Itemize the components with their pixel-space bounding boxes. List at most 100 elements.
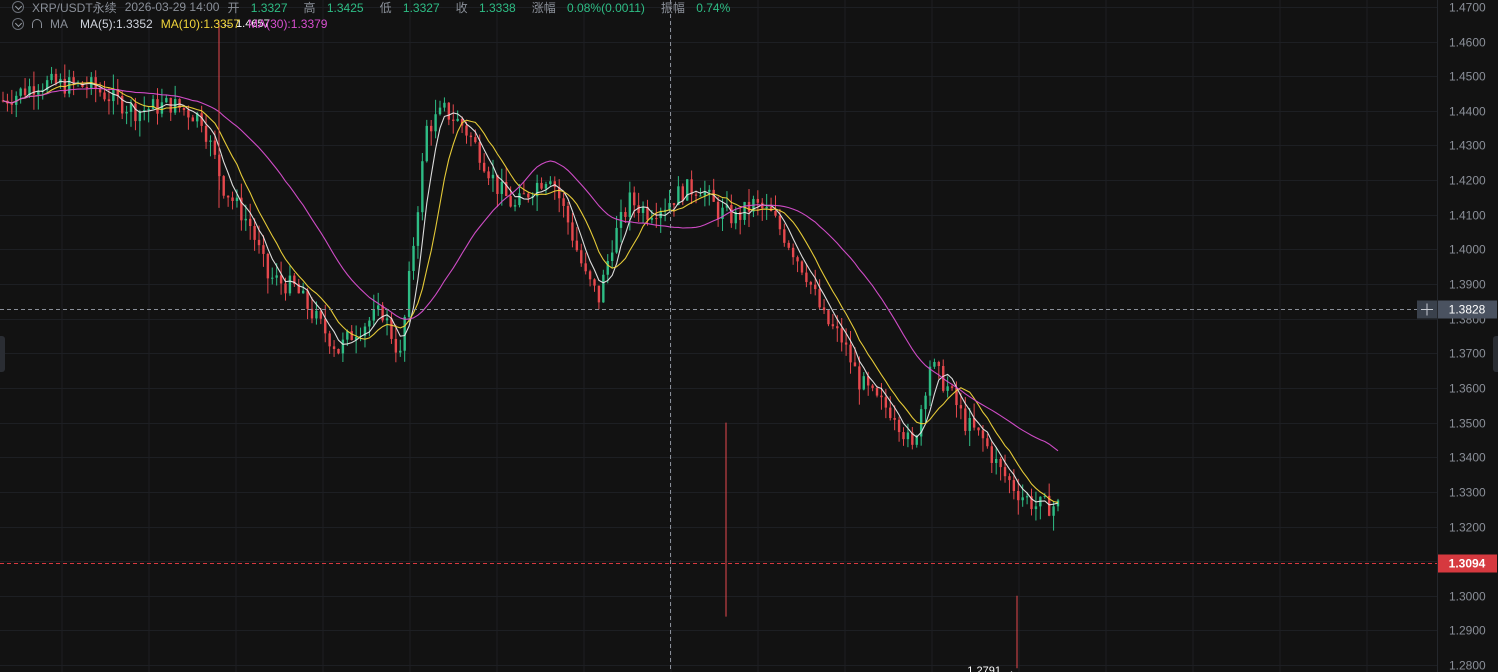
- candle-body: [500, 181, 504, 194]
- candle-body: [814, 284, 817, 290]
- left-resize-handle[interactable]: [0, 336, 5, 372]
- candle-body: [928, 366, 932, 396]
- close-label: 收: [455, 0, 468, 15]
- candle-body: [884, 397, 888, 408]
- candle-body: [716, 201, 720, 219]
- candle-body: [889, 407, 892, 419]
- y-tick-label: 1.4700: [1449, 1, 1486, 15]
- candle-body: [452, 119, 455, 121]
- y-tick-label: 1.3700: [1449, 347, 1486, 361]
- ma5-line: [2, 80, 1059, 506]
- candle-body: [173, 99, 177, 113]
- y-tick-label: 1.2900: [1449, 624, 1486, 638]
- candle-body: [893, 418, 896, 420]
- indicator-name[interactable]: MA: [50, 17, 68, 31]
- candle-body: [597, 285, 601, 303]
- y-tick-label: 1.3000: [1449, 590, 1486, 604]
- candle-body: [977, 427, 980, 431]
- low-value: 1.3327: [402, 0, 440, 15]
- candle-body: [540, 182, 543, 189]
- bell-icon[interactable]: [32, 18, 42, 28]
- candle-body: [681, 186, 684, 201]
- candle-body: [191, 117, 195, 122]
- candle-body: [796, 257, 799, 262]
- candle-body: [165, 97, 168, 103]
- y-tick-label: 1.4500: [1449, 70, 1486, 84]
- candle-body: [995, 458, 998, 463]
- candle-body: [743, 201, 746, 220]
- y-tick-label: 1.4000: [1449, 243, 1486, 257]
- candle-body: [1021, 497, 1024, 501]
- candle-body: [469, 135, 473, 138]
- candle-body: [805, 272, 808, 283]
- candle-body: [990, 446, 993, 463]
- y-tick-label: 1.3900: [1449, 278, 1486, 292]
- candle-body: [1025, 496, 1029, 498]
- candle-body: [350, 331, 353, 341]
- candle-body: [332, 346, 336, 349]
- candle-body: [1008, 476, 1011, 481]
- collapse-chevron-icon[interactable]: [12, 1, 24, 13]
- candle-body: [858, 366, 861, 390]
- candle-body: [209, 140, 212, 142]
- high-label: 高: [303, 0, 316, 15]
- candle-body: [50, 73, 53, 81]
- candle-body: [637, 205, 640, 213]
- candle-body: [606, 261, 609, 275]
- candle-body: [633, 192, 636, 206]
- candle-body: [827, 310, 830, 325]
- candle-body: [412, 245, 415, 271]
- candle-body: [584, 263, 587, 272]
- ma30-value: MA(30):1.3379: [248, 17, 328, 31]
- open-label: 开: [227, 0, 240, 15]
- candle-body: [315, 310, 318, 319]
- candle-body: [562, 198, 565, 206]
- candle-body: [791, 247, 795, 258]
- candle-body: [774, 210, 777, 216]
- low-marker-label: 1.2791 →: [967, 665, 1015, 672]
- candlestick-chart[interactable]: 1.4700 1.4600 1.4500 1.4400 1.4300 1.4200 1.41…: [0, 0, 1498, 672]
- candle-body: [694, 194, 698, 196]
- candle-body: [964, 408, 967, 431]
- candle-body: [615, 227, 618, 253]
- candle-body: [778, 215, 782, 230]
- candle-body: [765, 206, 768, 209]
- candle-body: [880, 395, 883, 398]
- candle-body: [902, 432, 905, 440]
- collapse-chevron-icon[interactable]: [12, 18, 24, 30]
- crosshair-price-label: 1.3828: [1449, 303, 1486, 317]
- candle-body: [915, 436, 918, 445]
- candle-body: [425, 125, 428, 162]
- candle-body: [946, 386, 949, 391]
- candle-body: [204, 125, 208, 142]
- candle-body: [341, 339, 345, 354]
- amplitude-value: 0.74%: [696, 0, 731, 15]
- candle-body: [924, 395, 927, 410]
- candle-body: [94, 77, 97, 90]
- y-tick-label: 1.3300: [1449, 486, 1486, 500]
- candle-body: [999, 458, 1002, 468]
- y-tick-label: 1.4100: [1449, 209, 1486, 223]
- candle-body: [672, 203, 676, 206]
- candle-body: [416, 212, 420, 246]
- candle-body: [836, 326, 839, 329]
- candle-body: [655, 218, 658, 220]
- candle-body: [628, 192, 632, 217]
- candle-body: [800, 261, 804, 273]
- candle-body: [279, 275, 283, 284]
- candle-body: [346, 331, 349, 340]
- candle-body: [324, 318, 327, 334]
- candle-body: [686, 179, 689, 201]
- candle-body: [253, 226, 256, 240]
- right-resize-handle[interactable]: [1493, 336, 1498, 372]
- candle-body: [906, 432, 910, 440]
- candle-body: [482, 162, 486, 172]
- candle-body: [818, 289, 821, 308]
- candle-body: [1052, 506, 1055, 516]
- last-price-label: 1.3094: [1449, 557, 1486, 571]
- low-label: 低: [379, 0, 392, 15]
- candle-body: [231, 197, 234, 202]
- y-tick-label: 1.3500: [1449, 417, 1486, 431]
- candle-body: [257, 239, 261, 246]
- candle-body: [54, 73, 58, 84]
